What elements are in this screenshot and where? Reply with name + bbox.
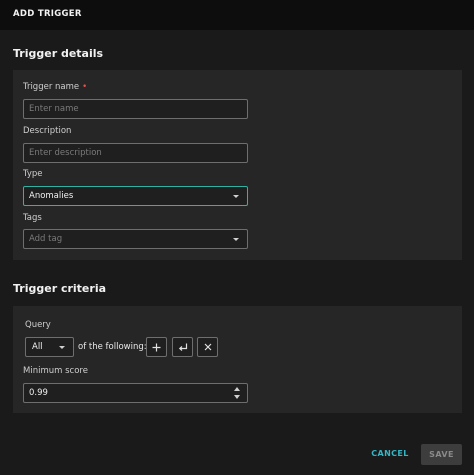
number-stepper-icon[interactable] <box>234 387 240 399</box>
query-operator-select[interactable]: All <box>25 337 74 357</box>
description-field[interactable] <box>23 143 248 163</box>
cancel-button[interactable]: CANCEL <box>370 446 410 462</box>
close-icon <box>204 343 211 351</box>
tags-placeholder: Add tag <box>29 234 63 244</box>
required-indicator: • <box>82 82 88 92</box>
minimum-score-input[interactable]: 0.99 <box>23 383 248 403</box>
add-rule-button[interactable] <box>146 337 167 357</box>
type-select-value: Anomalies <box>29 191 74 201</box>
tags-label: Tags <box>23 213 42 223</box>
trigger-name-label: Trigger name • <box>23 82 88 92</box>
description-input[interactable] <box>29 148 239 158</box>
return-arrow-icon <box>178 343 187 351</box>
chevron-down-icon <box>233 238 239 241</box>
chevron-down-icon <box>233 195 239 198</box>
trigger-name-input[interactable] <box>29 104 239 114</box>
trigger-criteria-panel: Query All of the following: Minimum scor… <box>13 306 462 413</box>
section-title-trigger-criteria: Trigger criteria <box>13 282 107 295</box>
dialog-header: ADD TRIGGER <box>0 0 474 30</box>
remove-rule-button[interactable] <box>197 337 218 357</box>
minimum-score-label: Minimum score <box>23 366 88 376</box>
save-button[interactable]: SAVE <box>421 444 462 465</box>
minimum-score-value: 0.99 <box>29 388 48 398</box>
dialog-title: ADD TRIGGER <box>13 9 82 19</box>
trigger-details-panel: Trigger name• Description Type Anomalies… <box>13 70 462 260</box>
trigger-name-field[interactable] <box>23 99 248 119</box>
description-label: Description <box>23 126 72 136</box>
query-operator-value: All <box>32 342 43 352</box>
query-suffix: of the following: <box>78 342 147 352</box>
section-title-trigger-details: Trigger details <box>13 47 104 60</box>
type-select[interactable]: Anomalies <box>23 186 248 206</box>
tags-select[interactable]: Add tag <box>23 229 248 249</box>
query-label: Query <box>25 320 51 330</box>
chevron-down-icon <box>59 346 65 349</box>
add-group-button[interactable] <box>172 337 193 357</box>
type-label: Type <box>23 169 43 179</box>
plus-icon <box>152 343 161 351</box>
